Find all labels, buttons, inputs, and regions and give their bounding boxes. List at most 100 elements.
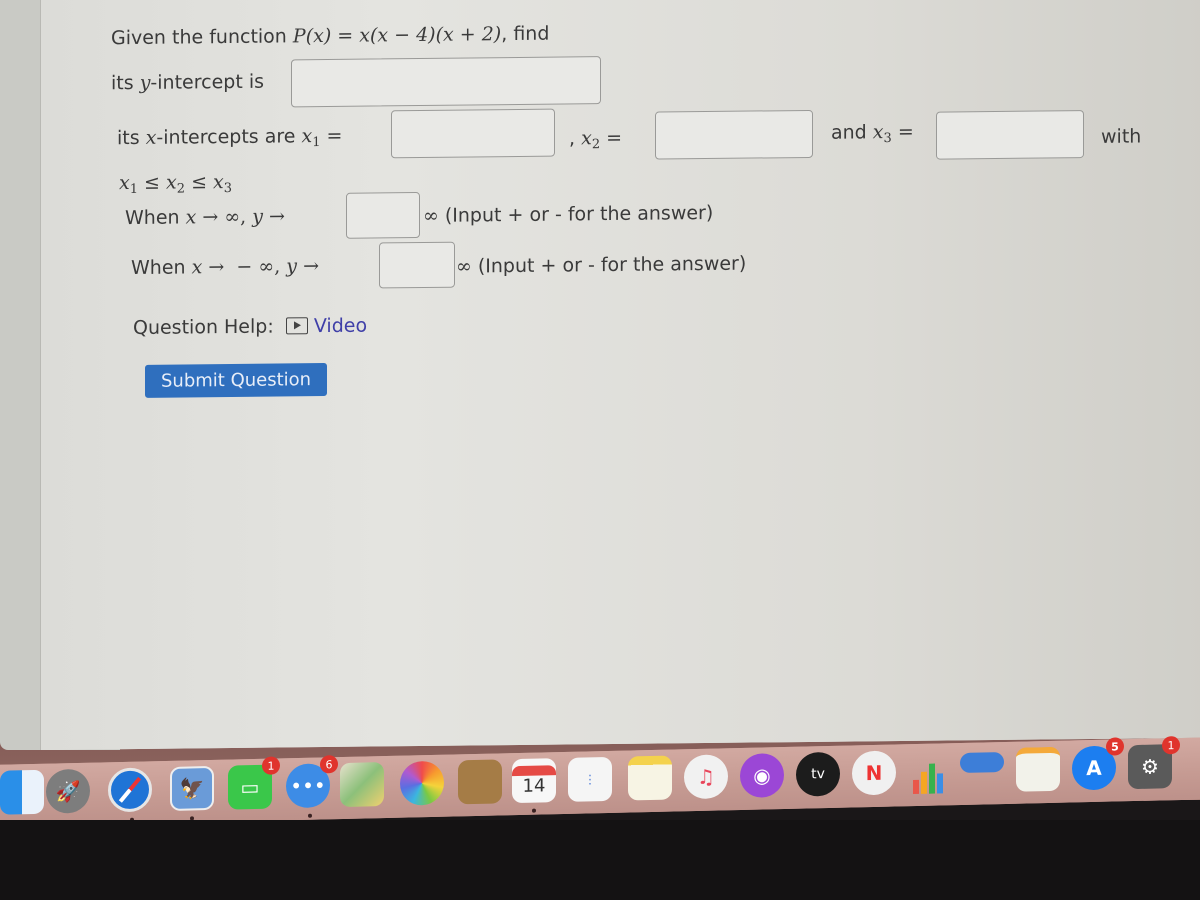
limit-value: ∞ — [224, 205, 241, 229]
calendar-header — [512, 764, 556, 776]
tv-icon[interactable]: tv — [796, 751, 840, 797]
y-var: y — [252, 205, 263, 228]
notification-badge: 6 — [320, 755, 338, 774]
x-var: x — [191, 256, 203, 279]
comma-separator: , — [569, 127, 576, 150]
x1-input[interactable] — [391, 108, 555, 159]
ordering-constraint: x1 ≤ x2 ≤ x3 — [119, 171, 232, 197]
submit-question-button[interactable]: Submit Question — [145, 362, 328, 398]
tv-label: tv — [811, 766, 825, 783]
question-intro: Given the function P(x) = x(x − 4)(x + 2… — [111, 23, 549, 50]
label-prefix: its — [117, 126, 140, 150]
x2-label: , x2 = — [569, 127, 622, 153]
notification-badge: 1 — [1162, 735, 1180, 755]
video-label: Video — [313, 314, 368, 338]
music-icon[interactable]: ♫ — [684, 754, 728, 800]
photos-icon[interactable] — [400, 760, 444, 806]
arrow-symbol: → — [303, 255, 319, 278]
label-prefix: its — [111, 72, 134, 95]
equals-sign: = — [326, 124, 343, 147]
end-behavior-pos-label: When x → ∞, y → — [125, 205, 285, 229]
running-indicator — [532, 808, 536, 813]
intro-text: Given the function — [111, 25, 287, 50]
with-text: with — [1101, 125, 1142, 148]
y-intercept-input[interactable] — [291, 56, 601, 108]
numbers-icon[interactable] — [906, 749, 950, 795]
ellipsis-icon: ••• — [290, 773, 326, 799]
calendar-date: 14 — [522, 774, 546, 797]
notification-badge: 1 — [262, 756, 280, 775]
equals-sign: = — [337, 24, 354, 47]
ordering-x1: x — [119, 172, 130, 195]
when-text: When — [125, 206, 180, 230]
help-label: Question Help: — [133, 315, 274, 340]
podcasts-icon[interactable]: ◉ — [740, 752, 784, 798]
messages-icon[interactable]: ••• 6 — [286, 755, 338, 809]
reminders-icon[interactable]: ⋮ — [568, 756, 612, 802]
infinity-symbol: ∞ — [456, 255, 472, 278]
news-icon[interactable]: N — [852, 750, 896, 796]
facetime-icon[interactable]: ▭ 1 — [228, 756, 280, 810]
x2-var: x — [581, 127, 592, 150]
x3-sub: 3 — [883, 131, 892, 147]
screen-bezel — [0, 820, 1200, 900]
ordering-x1-sub: 1 — [129, 181, 138, 198]
ordering-x3-sub: 3 — [223, 180, 233, 197]
system-preferences-icon[interactable]: ⚙ 1 — [1128, 735, 1180, 790]
x3-var: x — [872, 121, 884, 144]
pages-icon[interactable] — [1016, 746, 1060, 792]
and-text: and — [831, 121, 867, 144]
keynote-icon[interactable] — [960, 751, 1004, 773]
equals-sign: = — [897, 120, 914, 144]
leq-sign: ≤ — [191, 171, 207, 194]
x2-sub: 2 — [591, 137, 601, 153]
running-indicator — [308, 813, 312, 818]
intro-suffix: , find — [501, 22, 550, 46]
end-behavior-neg-label: When x → − ∞, y → — [131, 255, 319, 279]
question-page: Given the function P(x) = x(x − 4)(x + 2… — [40, 0, 1200, 751]
maps-icon[interactable] — [340, 762, 384, 808]
x3-input[interactable] — [936, 110, 1084, 160]
end-behavior-pos-hint: ∞ (Input + or - for the answer) — [423, 202, 713, 227]
safari-icon[interactable] — [108, 767, 152, 813]
contacts-icon[interactable] — [458, 759, 502, 805]
ordering-x2-sub: 2 — [176, 181, 186, 197]
limit-value: − ∞ — [236, 255, 275, 278]
end-behavior-pos-input[interactable] — [346, 192, 420, 239]
x2-input[interactable] — [655, 109, 813, 160]
x-intercepts-label: its x-intercepts are x1 = — [117, 125, 342, 152]
arrow-symbol: → — [269, 205, 285, 228]
y-intercept-label: its y-intercept is — [111, 71, 264, 95]
infinity-symbol: ∞ — [423, 204, 439, 227]
x1-sub: 1 — [312, 135, 321, 151]
hint-text: (Input + or - for the answer) — [444, 201, 714, 227]
leq-sign: ≤ — [144, 171, 160, 194]
end-behavior-neg-input[interactable] — [379, 241, 455, 289]
label-suffix: -intercepts are — [156, 125, 296, 149]
function-rhs: x(x − 4)(x + 2) — [359, 23, 502, 47]
x1-var: x — [301, 125, 313, 148]
mail-icon[interactable]: 🦅 — [170, 765, 214, 811]
finder-icon[interactable] — [0, 769, 44, 815]
notes-icon[interactable] — [628, 755, 672, 801]
question-help: Question Help: Video — [133, 315, 367, 339]
comma: , — [274, 255, 281, 278]
ordering-x3: x — [213, 171, 224, 194]
video-link[interactable]: Video — [285, 314, 368, 338]
play-video-icon — [285, 317, 308, 335]
ordering-x2: x — [166, 171, 177, 194]
y-var: y — [286, 255, 298, 278]
hint-text: (Input + or - for the answer) — [477, 252, 747, 278]
launchpad-icon[interactable]: 🚀 — [46, 768, 90, 814]
end-behavior-neg-hint: ∞ (Input + or - for the answer) — [456, 253, 746, 278]
video-camera-icon: ▭ — [240, 774, 260, 800]
arrow-symbol: → — [208, 256, 225, 279]
when-text: When — [131, 256, 186, 280]
equals-sign: = — [606, 126, 623, 150]
arrow-symbol: → — [202, 206, 219, 229]
label-var: y — [139, 71, 151, 94]
app-store-icon[interactable]: A 5 — [1072, 737, 1124, 791]
function-lhs: P(x) — [292, 24, 332, 48]
label-suffix: -intercept is — [150, 70, 264, 94]
calendar-icon[interactable]: 14 — [512, 758, 556, 804]
